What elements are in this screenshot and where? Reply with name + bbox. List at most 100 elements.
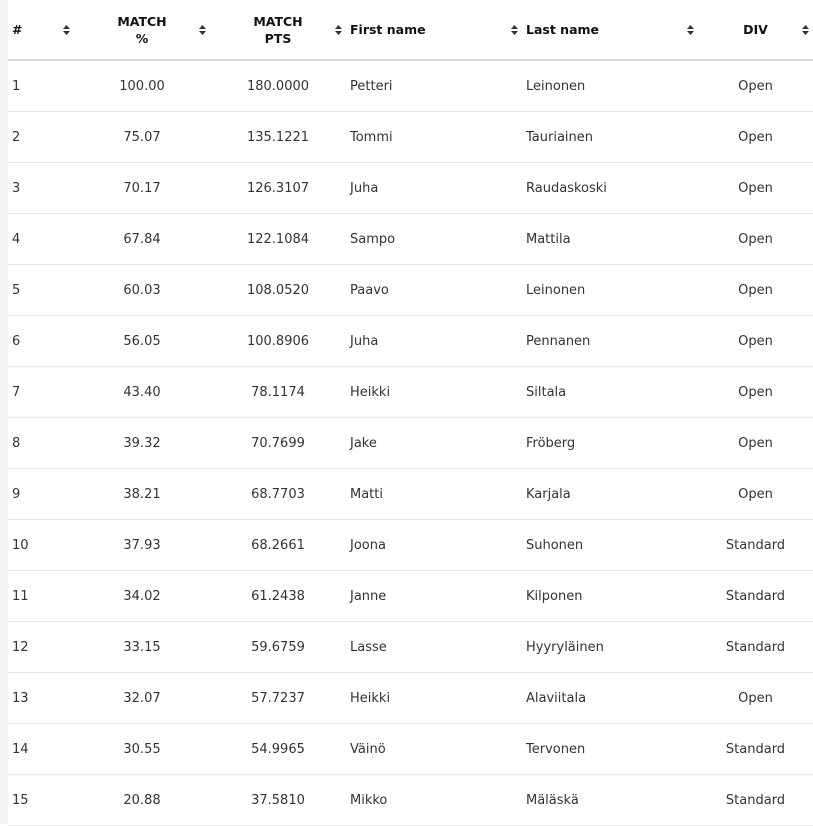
cell-match-pct: 34.02	[74, 570, 210, 622]
table-row: 1 100.00 180.0000 Petteri Leinonen Open	[8, 60, 813, 112]
cell-first-name: Jake	[346, 417, 522, 469]
cell-match-pts: 68.2661	[210, 519, 346, 571]
cell-last-name: Leinonen	[522, 264, 698, 316]
cell-div: Standard	[698, 723, 813, 775]
cell-rank: 11	[8, 570, 74, 622]
column-header-match-pts[interactable]: MATCH PTS	[210, 0, 346, 61]
cell-div: Open	[698, 111, 813, 163]
cell-match-pct: 33.15	[74, 621, 210, 673]
cell-match-pct: 32.07	[74, 672, 210, 724]
cell-first-name: Lasse	[346, 621, 522, 673]
cell-div: Open	[698, 468, 813, 520]
cell-last-name: Mäläskä	[522, 774, 698, 826]
cell-last-name: Siltala	[522, 366, 698, 418]
cell-first-name: Janne	[346, 570, 522, 622]
cell-match-pct: 70.17	[74, 162, 210, 214]
cell-last-name: Tauriainen	[522, 111, 698, 163]
column-header-div[interactable]: DIV	[698, 0, 813, 61]
column-header-rank[interactable]: #	[8, 0, 74, 61]
column-header-label: First name	[350, 22, 426, 37]
cell-match-pct: 100.00	[74, 60, 210, 112]
cell-match-pts: 135.1221	[210, 111, 346, 163]
cell-match-pts: 108.0520	[210, 264, 346, 316]
table-row: 6 56.05 100.8906 Juha Pennanen Open	[8, 315, 813, 367]
cell-first-name: Juha	[346, 315, 522, 367]
sort-icon	[199, 24, 206, 35]
cell-div: Open	[698, 264, 813, 316]
cell-match-pct: 20.88	[74, 774, 210, 826]
table-row: 13 32.07 57.7237 Heikki Alaviitala Open	[8, 672, 813, 724]
cell-rank: 4	[8, 213, 74, 265]
cell-div: Open	[698, 315, 813, 367]
cell-match-pct: 30.55	[74, 723, 210, 775]
cell-first-name: Matti	[346, 468, 522, 520]
column-header-first-name[interactable]: First name	[346, 0, 522, 61]
cell-match-pct: 75.07	[74, 111, 210, 163]
cell-match-pts: 59.6759	[210, 621, 346, 673]
cell-div: Standard	[698, 621, 813, 673]
sort-icon	[802, 24, 809, 35]
cell-match-pts: 126.3107	[210, 162, 346, 214]
table-row: 4 67.84 122.1084 Sampo Mattila Open	[8, 213, 813, 265]
cell-match-pts: 70.7699	[210, 417, 346, 469]
cell-match-pct: 56.05	[74, 315, 210, 367]
cell-match-pct: 43.40	[74, 366, 210, 418]
cell-match-pct: 67.84	[74, 213, 210, 265]
cell-last-name: Hyyryläinen	[522, 621, 698, 673]
cell-last-name: Karjala	[522, 468, 698, 520]
cell-rank: 1	[8, 60, 74, 112]
table-row: 5 60.03 108.0520 Paavo Leinonen Open	[8, 264, 813, 316]
table-row: 7 43.40 78.1174 Heikki Siltala Open	[8, 366, 813, 418]
left-edge-strip	[0, 0, 8, 824]
cell-match-pts: 78.1174	[210, 366, 346, 418]
cell-rank: 7	[8, 366, 74, 418]
cell-match-pct: 37.93	[74, 519, 210, 571]
cell-rank: 13	[8, 672, 74, 724]
cell-rank: 8	[8, 417, 74, 469]
column-header-last-name[interactable]: Last name	[522, 0, 698, 61]
cell-match-pct: 39.32	[74, 417, 210, 469]
cell-div: Standard	[698, 519, 813, 571]
cell-div: Open	[698, 60, 813, 112]
cell-div: Open	[698, 162, 813, 214]
cell-rank: 6	[8, 315, 74, 367]
sort-icon	[511, 24, 518, 35]
table-row: 10 37.93 68.2661 Joona Suhonen Standard	[8, 519, 813, 571]
column-header-label: MATCH	[253, 13, 303, 29]
column-header-match-pct[interactable]: MATCH %	[74, 0, 210, 61]
cell-div: Open	[698, 366, 813, 418]
cell-first-name: Heikki	[346, 672, 522, 724]
cell-last-name: Fröberg	[522, 417, 698, 469]
sort-icon	[687, 24, 694, 35]
cell-match-pts: 68.7703	[210, 468, 346, 520]
cell-rank: 3	[8, 162, 74, 214]
cell-first-name: Paavo	[346, 264, 522, 316]
cell-div: Standard	[698, 774, 813, 826]
cell-match-pct: 38.21	[74, 468, 210, 520]
column-header-label: DIV	[743, 22, 768, 37]
cell-first-name: Petteri	[346, 60, 522, 112]
table-row: 14 30.55 54.9965 Väinö Tervonen Standard	[8, 723, 813, 775]
cell-last-name: Tervonen	[522, 723, 698, 775]
sort-icon	[63, 24, 70, 35]
cell-div: Open	[698, 213, 813, 265]
column-header-label: MATCH	[117, 13, 167, 29]
cell-match-pts: 180.0000	[210, 60, 346, 112]
table-row: 12 33.15 59.6759 Lasse Hyyryläinen Standard	[8, 621, 813, 673]
table-row: 11 34.02 61.2438 Janne Kilponen Standard	[8, 570, 813, 622]
column-header-label: PTS	[264, 30, 292, 46]
column-header-label: Last name	[526, 22, 600, 37]
cell-match-pts: 57.7237	[210, 672, 346, 724]
cell-match-pts: 37.5810	[210, 774, 346, 826]
cell-match-pts: 61.2438	[210, 570, 346, 622]
cell-rank: 10	[8, 519, 74, 571]
table-row: 15 20.88 37.5810 Mikko Mäläskä Standard	[8, 774, 813, 826]
cell-rank: 15	[8, 774, 74, 826]
table-row: 8 39.32 70.7699 Jake Fröberg Open	[8, 417, 813, 469]
cell-last-name: Leinonen	[522, 60, 698, 112]
cell-first-name: Tommi	[346, 111, 522, 163]
cell-first-name: Väinö	[346, 723, 522, 775]
results-table: # MATCH % MATCH PTS First name Last name	[8, 0, 813, 826]
cell-last-name: Kilponen	[522, 570, 698, 622]
cell-rank: 5	[8, 264, 74, 316]
